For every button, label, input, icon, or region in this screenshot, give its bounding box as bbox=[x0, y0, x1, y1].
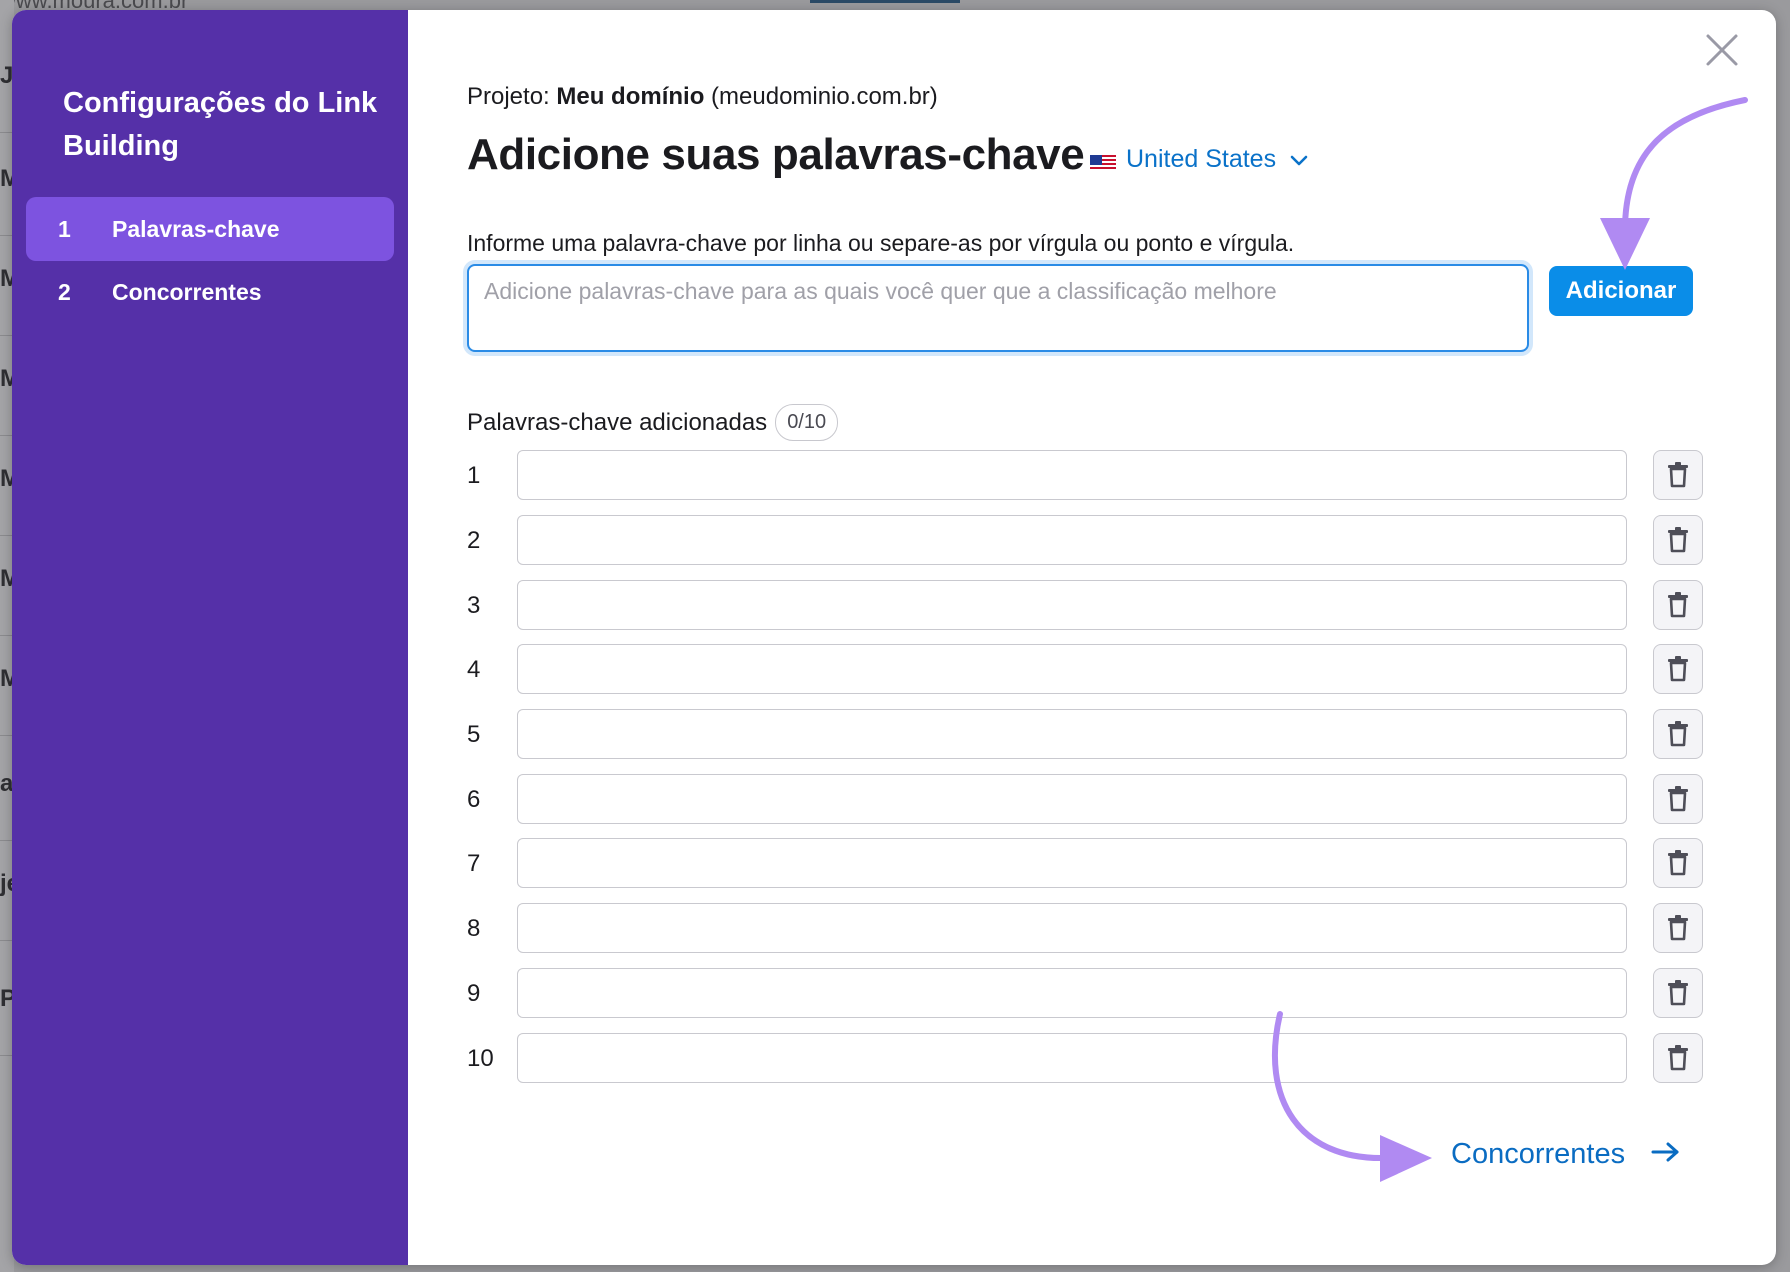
trash-icon[interactable] bbox=[1653, 838, 1703, 888]
keywords-textarea[interactable] bbox=[467, 264, 1529, 352]
sidebar-item-label: Palavras-chave bbox=[112, 215, 280, 242]
row-number: 4 bbox=[467, 656, 481, 683]
keyword-row: 3 bbox=[467, 580, 1703, 630]
row-number: 5 bbox=[467, 721, 481, 748]
row-number: 8 bbox=[467, 915, 481, 942]
trash-icon[interactable] bbox=[1653, 903, 1703, 953]
step-number: 1 bbox=[58, 215, 71, 242]
trash-icon[interactable] bbox=[1653, 968, 1703, 1018]
keyword-input[interactable] bbox=[517, 515, 1627, 565]
row-number: 6 bbox=[467, 786, 481, 813]
keyword-input[interactable] bbox=[517, 644, 1627, 694]
trash-icon[interactable] bbox=[1653, 709, 1703, 759]
add-keywords-button[interactable]: Adicionar bbox=[1549, 266, 1693, 316]
keyword-row: 9 bbox=[467, 968, 1703, 1018]
step-number: 2 bbox=[58, 278, 71, 305]
keyword-row: 10 bbox=[467, 1033, 1703, 1083]
row-number: 2 bbox=[467, 527, 481, 554]
project-prefix: Projeto: bbox=[467, 83, 550, 110]
trash-icon[interactable] bbox=[1653, 644, 1703, 694]
keyword-input[interactable] bbox=[517, 1033, 1627, 1083]
keyword-row: 1 bbox=[467, 450, 1703, 500]
background-top-bar bbox=[810, 0, 960, 3]
trash-icon[interactable] bbox=[1653, 774, 1703, 824]
sidebar-title: Configurações do Link Building bbox=[63, 87, 378, 162]
project-info: Projeto: Meu domínio (meudominio.com.br) bbox=[467, 83, 938, 111]
keywords-instruction: Informe uma palavra-chave por linha ou s… bbox=[467, 230, 1295, 256]
next-step-label: Concorrentes bbox=[1451, 1138, 1626, 1170]
keyword-input[interactable] bbox=[517, 968, 1627, 1018]
keyword-input[interactable] bbox=[517, 838, 1627, 888]
trash-icon[interactable] bbox=[1653, 580, 1703, 630]
keyword-row: 8 bbox=[467, 903, 1703, 953]
country-selector[interactable]: United States bbox=[1090, 145, 1308, 174]
chevron-down-icon bbox=[1290, 145, 1308, 174]
sidebar-item-keywords[interactable]: 1 Palavras-chave bbox=[26, 197, 394, 261]
keywords-counter-badge: 0/10 bbox=[775, 404, 839, 441]
row-number: 7 bbox=[467, 850, 481, 877]
project-domain: (meudominio.com.br) bbox=[711, 83, 938, 110]
modal-sidebar: Configurações do Link Building 1 Palavra… bbox=[12, 10, 408, 1265]
sidebar-item-competitors[interactable]: 2 Concorrentes bbox=[26, 260, 394, 324]
keyword-row: 6 bbox=[467, 774, 1703, 824]
trash-icon[interactable] bbox=[1653, 1033, 1703, 1083]
keyword-input[interactable] bbox=[517, 903, 1627, 953]
added-keywords-heading: Palavras-chave adicionadas 0/10 bbox=[467, 404, 839, 441]
row-number: 1 bbox=[467, 462, 481, 489]
sidebar-item-label: Concorrentes bbox=[112, 278, 262, 305]
project-name: Meu domínio bbox=[556, 83, 705, 110]
keyword-input[interactable] bbox=[517, 709, 1627, 759]
keyword-row: 7 bbox=[467, 838, 1703, 888]
row-number: 3 bbox=[467, 592, 481, 619]
close-icon[interactable] bbox=[1700, 28, 1744, 72]
country-label: United States bbox=[1126, 145, 1277, 173]
added-keywords-label: Palavras-chave adicionadas bbox=[467, 408, 768, 436]
keyword-input[interactable] bbox=[517, 580, 1627, 630]
keyword-input[interactable] bbox=[517, 774, 1627, 824]
keyword-row: 5 bbox=[467, 709, 1703, 759]
arrow-right-icon bbox=[1651, 1138, 1681, 1171]
row-number: 10 bbox=[467, 1045, 494, 1072]
page-title: Adicione suas palavras-chave bbox=[467, 130, 1085, 179]
trash-icon[interactable] bbox=[1653, 450, 1703, 500]
us-flag-icon bbox=[1090, 151, 1116, 169]
trash-icon[interactable] bbox=[1653, 515, 1703, 565]
row-number: 9 bbox=[467, 980, 481, 1007]
keyword-input[interactable] bbox=[517, 450, 1627, 500]
next-step-competitors-link[interactable]: Concorrentes bbox=[1451, 1138, 1681, 1171]
keyword-row: 4 bbox=[467, 644, 1703, 694]
keyword-row: 2 bbox=[467, 515, 1703, 565]
